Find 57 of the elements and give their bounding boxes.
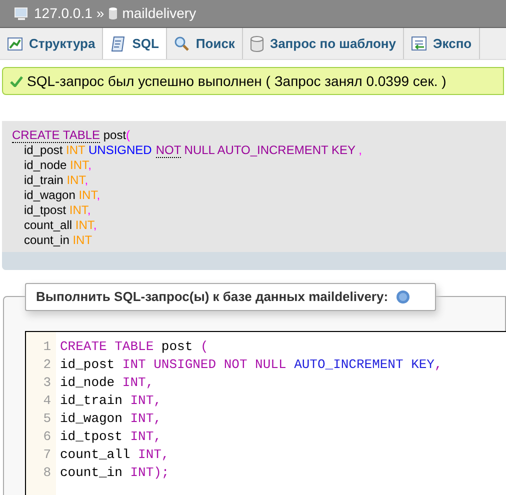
monitor-icon <box>14 6 30 20</box>
database-icon <box>250 36 264 52</box>
scroll-icon <box>110 36 126 52</box>
code-token: , <box>96 188 100 202</box>
line-number: 7 <box>42 446 51 464</box>
table-chart-icon <box>7 36 23 52</box>
checkmark-icon <box>10 76 23 86</box>
code-line: count_in INT); <box>60 464 170 482</box>
code-token: ( <box>126 128 130 142</box>
help-icon[interactable] <box>396 290 410 304</box>
line-number: 5 <box>42 410 51 428</box>
breadcrumb-separator: » <box>96 4 104 23</box>
message-text: SQL-запрос был успешно выполнен ( Запрос занял 0.0399 сек. ) <box>27 72 446 91</box>
code-line: id_wagon INT, <box>60 410 162 428</box>
code-token: id_post <box>24 143 63 157</box>
line-number: 4 <box>42 392 51 410</box>
code-line: id_post INT UNSIGNED NOT NULL AUTO_INCREMENT KEY, <box>60 356 442 374</box>
code-token: INT <box>66 173 85 187</box>
line-number: 2 <box>42 356 51 374</box>
code-token: id_tpost <box>24 203 66 217</box>
code-line: id_tpost INT, <box>60 428 162 446</box>
code-token: count_in <box>24 233 70 247</box>
code-token: , <box>84 173 88 187</box>
code-token: , <box>358 143 362 157</box>
code-line: id_train INT, <box>60 392 162 410</box>
code-token: UNSIGNED <box>87 143 152 157</box>
database-icon <box>108 7 118 20</box>
code-editor[interactable]: 1 2 3 4 5 6 7 8 CREATE TABLE post ( id_post INT UNSIGNED NOT NULL AUTO_INCREMENT KEY, id_node INT, id_train INT, id_wagon INT, id_tpost INT, count_all INT, count_in INT); <box>25 331 506 495</box>
search-icon <box>174 36 190 52</box>
code-line: id_node INT, <box>60 374 155 392</box>
line-number: 6 <box>42 428 51 446</box>
code-token: id_train <box>24 173 64 187</box>
code-token: INT <box>78 188 97 202</box>
line-number: 3 <box>42 374 51 392</box>
code-token: , <box>87 203 91 217</box>
code-token: , <box>88 158 92 172</box>
code-token: post <box>102 128 126 142</box>
code-token: INT <box>68 203 88 217</box>
code-token: INT <box>69 158 88 172</box>
code-token: id_wagon <box>24 188 76 202</box>
code-token: INT <box>65 143 86 157</box>
server-link[interactable]: 127.0.0.1 <box>34 3 92 24</box>
code-token: INT <box>72 233 92 247</box>
tab[interactable]: SQL <box>103 28 167 59</box>
line-number: 1 <box>42 338 51 356</box>
database-link[interactable]: maildelivery <box>122 3 196 24</box>
code-token: count_all <box>24 218 72 232</box>
code-token: INT <box>74 218 94 232</box>
code-token: CREATE TABLE <box>12 128 100 143</box>
legend-text: Выполнить SQL-запрос(ы) к базе данных maildelivery: <box>36 288 388 306</box>
code-line: count_all INT, <box>60 446 170 464</box>
line-number: 8 <box>42 464 51 482</box>
code-token: id_node <box>24 158 67 172</box>
code-token: , <box>93 218 97 232</box>
code-token: NOT <box>156 143 181 158</box>
code-token: NULL AUTO_INCREMENT KEY <box>183 143 356 157</box>
code-line: CREATE TABLE post ( <box>60 338 210 356</box>
